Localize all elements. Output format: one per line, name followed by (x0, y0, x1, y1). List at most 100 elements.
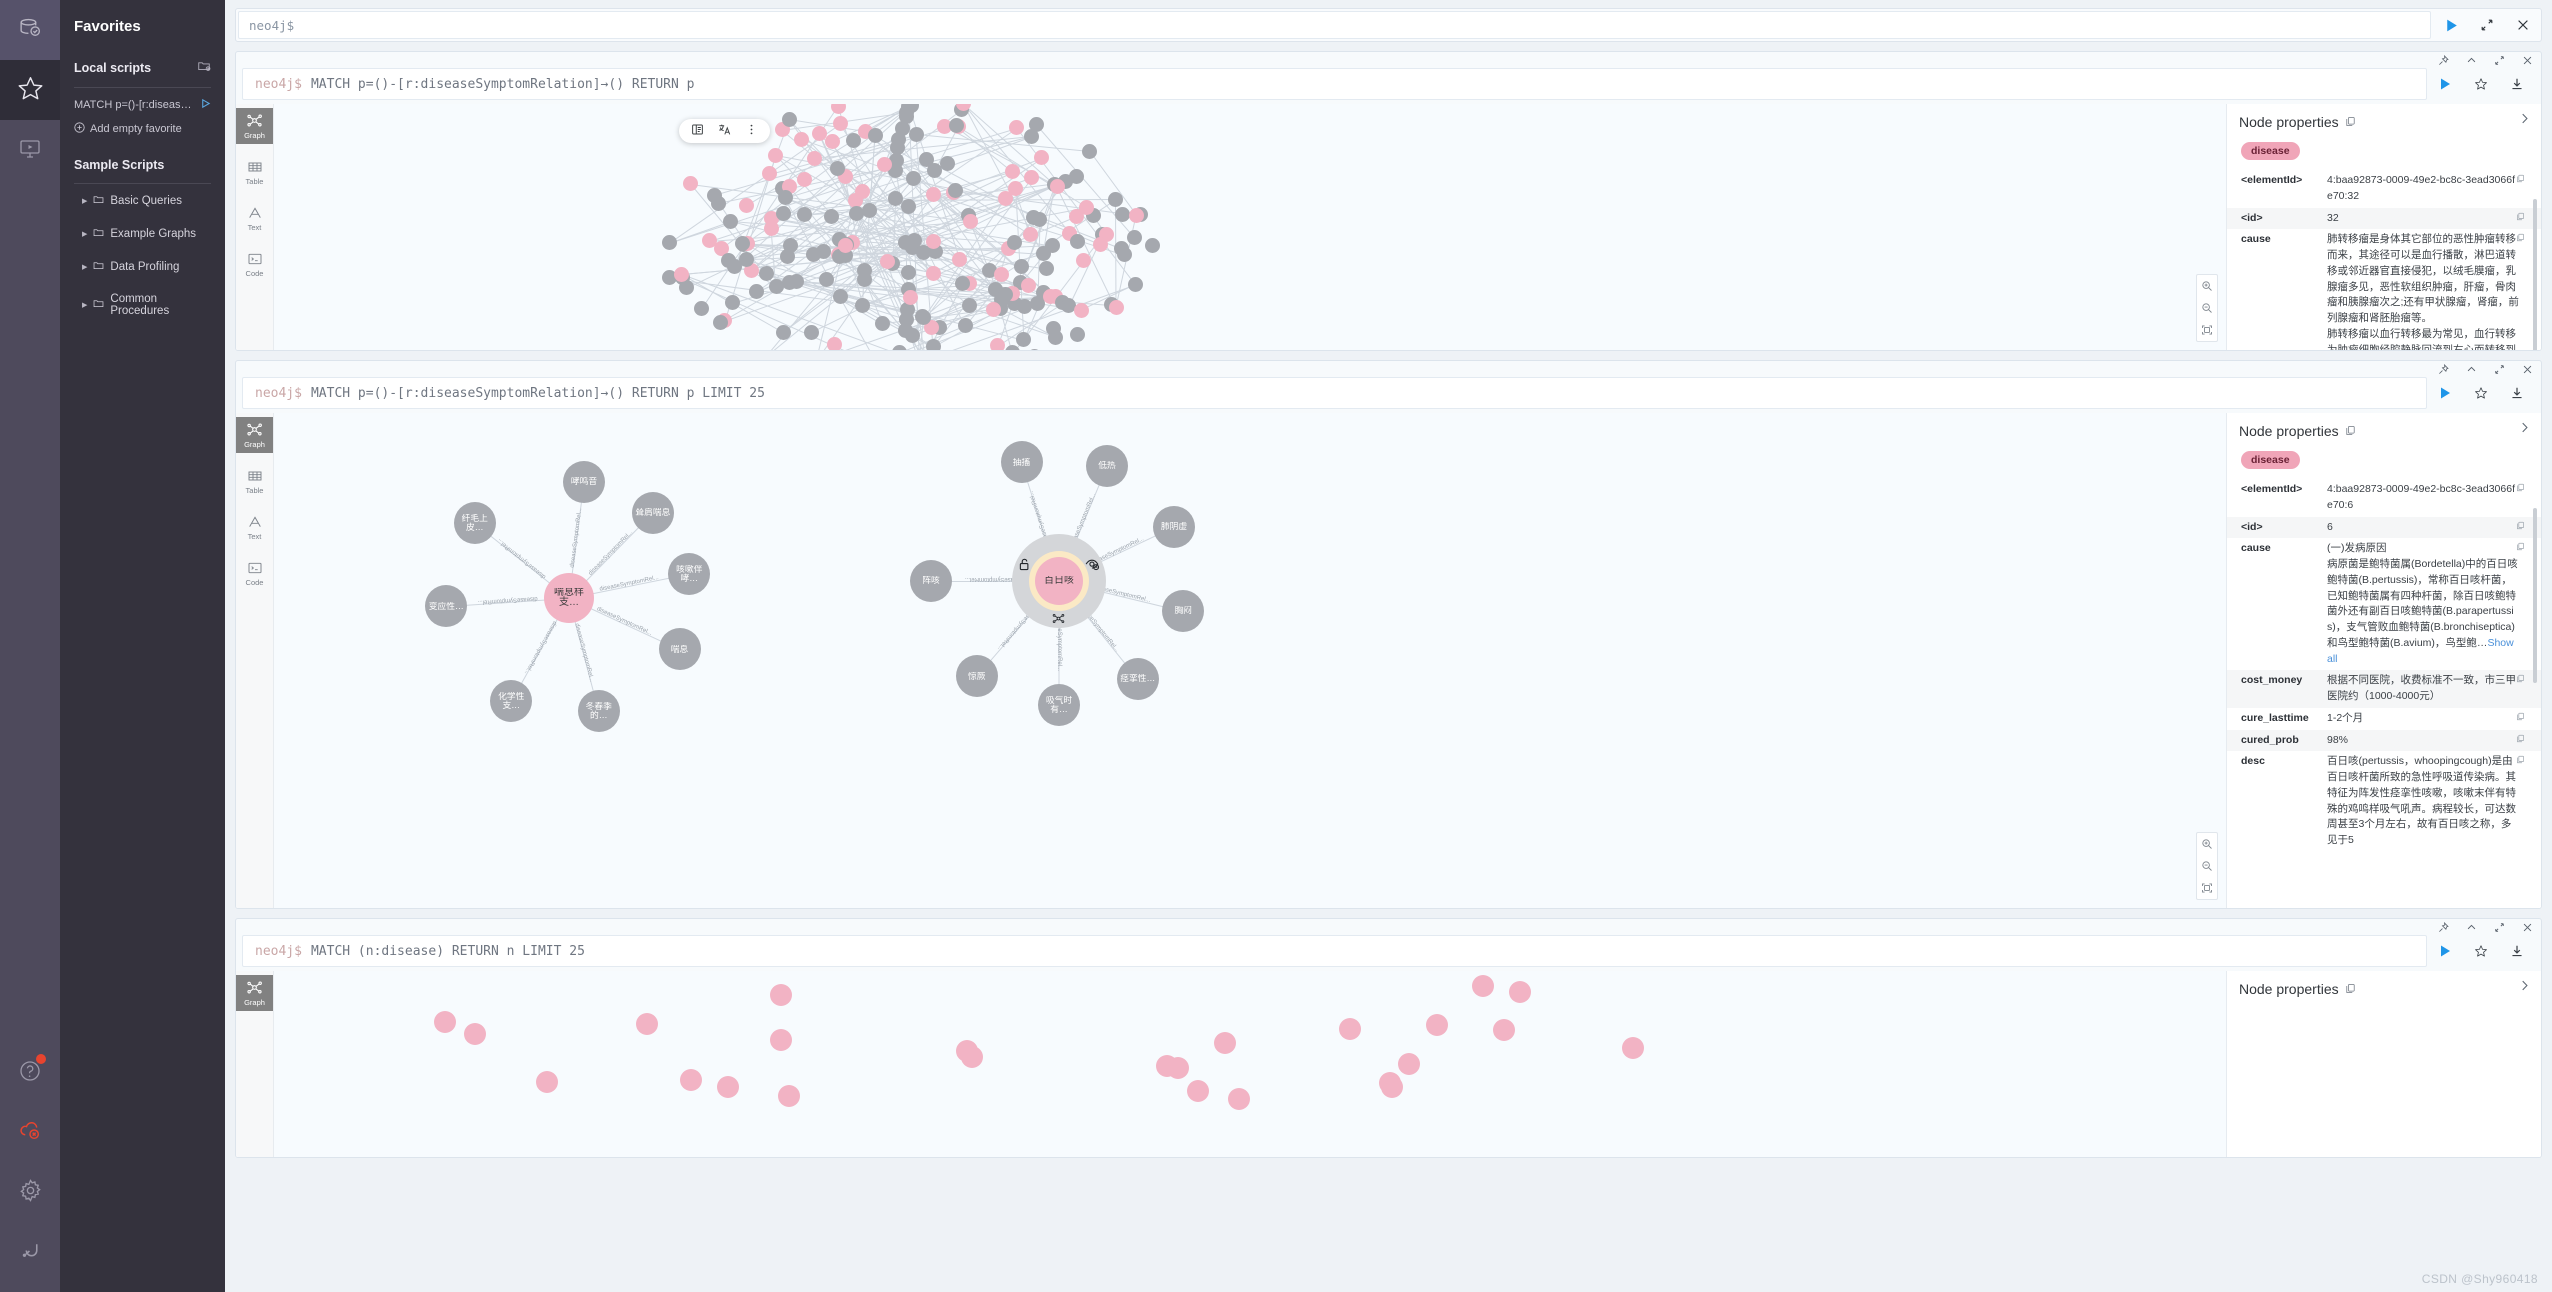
graph-node-symptom[interactable]: 低热 (1085, 444, 1128, 487)
fullscreen-icon[interactable] (2494, 364, 2505, 375)
graph-node[interactable] (721, 252, 737, 268)
graph-node[interactable] (867, 127, 883, 143)
graph-node-symptom[interactable]: 肺阴虚 (1153, 505, 1196, 548)
properties-scrollbar[interactable] (2533, 508, 2537, 683)
graph-node-symptom[interactable]: 抽搐 (1000, 441, 1043, 484)
graph-node[interactable] (739, 197, 755, 213)
graph-node[interactable] (1075, 252, 1091, 268)
graph-node[interactable] (1039, 261, 1055, 277)
graph-node[interactable] (857, 271, 873, 287)
collapse-properties-icon[interactable] (2518, 979, 2531, 995)
close-frame-icon[interactable] (2522, 364, 2533, 375)
frame-1-download-button[interactable] (2499, 68, 2535, 100)
copy-icon[interactable] (2516, 712, 2525, 724)
copy-icon[interactable] (2516, 212, 2525, 224)
graph-node[interactable] (1007, 235, 1023, 251)
graph-node-disease[interactable] (1493, 1018, 1516, 1041)
rail-item-favorites[interactable] (0, 60, 60, 120)
frame-3-query[interactable]: neo4j$ MATCH (n:disease) RETURN n LIMIT … (242, 935, 2427, 967)
graph-node[interactable] (876, 156, 892, 172)
graph-node[interactable] (947, 183, 963, 199)
more-options-icon[interactable] (745, 123, 758, 139)
graph-node-disease[interactable] (1227, 1087, 1250, 1110)
pin-icon[interactable] (2438, 363, 2449, 375)
graph-node-symptom[interactable]: 吸气时有… (1038, 684, 1080, 727)
unlock-icon[interactable] (1017, 557, 1033, 573)
graph-node[interactable] (1034, 150, 1050, 166)
reader-icon[interactable] (691, 123, 704, 139)
sample-folder-common-procedures[interactable]: ▶ Common Procedures (60, 283, 225, 326)
graph-node-disease[interactable] (769, 983, 792, 1006)
graph-node[interactable] (793, 131, 809, 147)
graph-node[interactable] (768, 278, 784, 294)
graph-node[interactable] (957, 318, 973, 334)
graph-node-disease[interactable] (1426, 1014, 1449, 1037)
frame-2-rerun-button[interactable] (2427, 377, 2463, 409)
graph-node[interactable] (763, 220, 779, 236)
zoom-in-button[interactable] (2197, 275, 2217, 297)
cypher-editor-input[interactable]: neo4j$ (238, 11, 2431, 39)
graph-node[interactable] (1073, 302, 1089, 318)
rail-item-connection-status[interactable] (0, 1102, 60, 1162)
rail-item-help[interactable] (0, 1042, 60, 1102)
graph-node-symptom[interactable]: 哮鸣音 (562, 461, 605, 504)
graph-node[interactable] (1127, 230, 1143, 246)
graph-node-symptom[interactable]: 惊厥 (955, 655, 998, 698)
rail-item-database[interactable] (0, 0, 60, 60)
graph-node[interactable] (830, 104, 846, 114)
graph-node[interactable] (955, 275, 971, 291)
graph-node-disease[interactable] (433, 1011, 456, 1034)
expand-graph-icon[interactable] (1051, 611, 1067, 627)
graph-node[interactable] (1016, 332, 1032, 348)
sample-folder-data-profiling[interactable]: ▶ Data Profiling (60, 250, 225, 283)
graph-node[interactable] (901, 199, 917, 215)
frame-1-node-label-badge[interactable]: disease (2241, 142, 2300, 160)
graph-node[interactable] (890, 132, 906, 148)
frame-2-node-label-badge[interactable]: disease (2241, 451, 2300, 469)
frame-2-download-button[interactable] (2499, 377, 2535, 409)
graph-node-symptom[interactable]: 化学性支… (490, 680, 533, 723)
add-empty-favorite-button[interactable]: Add empty favorite (60, 120, 225, 152)
fit-to-screen-button[interactable] (2197, 319, 2217, 341)
graph-node[interactable] (777, 190, 793, 206)
frame-1-rerun-button[interactable] (2427, 68, 2463, 100)
graph-node[interactable] (1092, 236, 1108, 252)
graph-node[interactable] (796, 207, 812, 223)
zoom-in-button[interactable] (2197, 833, 2217, 855)
graph-node-disease[interactable] (1338, 1018, 1361, 1041)
frame-1-graph-canvas[interactable] (274, 104, 2226, 350)
frame-1-save-favorite-button[interactable] (2463, 68, 2499, 100)
graph-node-disease[interactable] (777, 1085, 800, 1108)
graph-node[interactable] (806, 246, 822, 262)
graph-node-disease[interactable] (1621, 1037, 1644, 1060)
graph-node[interactable] (1069, 168, 1085, 184)
frame-1-tab-text[interactable]: Text (236, 200, 273, 236)
copy-icon[interactable] (2516, 734, 2525, 746)
copy-all-icon[interactable] (2345, 115, 2356, 130)
graph-node[interactable] (1117, 247, 1133, 263)
graph-node[interactable] (961, 297, 977, 313)
rail-item-guides[interactable] (0, 120, 60, 180)
frame-2-tab-graph[interactable]: Graph (236, 417, 273, 453)
graph-node-disease[interactable] (1509, 980, 1532, 1003)
graph-node[interactable] (1108, 191, 1124, 207)
graph-node[interactable] (837, 238, 853, 254)
graph-node[interactable] (891, 344, 907, 350)
frame-3-save-favorite-button[interactable] (2463, 935, 2499, 967)
graph-node[interactable] (1044, 237, 1060, 253)
expand-editor-button[interactable] (2469, 9, 2505, 41)
graph-node-disease[interactable] (1471, 974, 1494, 997)
copy-all-icon[interactable] (2345, 982, 2356, 997)
graph-node[interactable] (1079, 199, 1095, 215)
copy-icon[interactable] (2516, 674, 2525, 686)
graph-node[interactable] (854, 183, 870, 199)
graph-node[interactable] (1024, 128, 1040, 144)
graph-node-symptom[interactable]: 纤毛上皮… (453, 501, 496, 544)
pin-icon[interactable] (2438, 54, 2449, 66)
graph-node[interactable] (1127, 276, 1143, 292)
properties-scrollbar[interactable] (2533, 199, 2537, 350)
translate-icon[interactable] (718, 123, 731, 139)
graph-node-disease[interactable] (535, 1071, 558, 1094)
graph-node[interactable] (823, 208, 839, 224)
graph-node-disease[interactable] (1213, 1031, 1236, 1054)
